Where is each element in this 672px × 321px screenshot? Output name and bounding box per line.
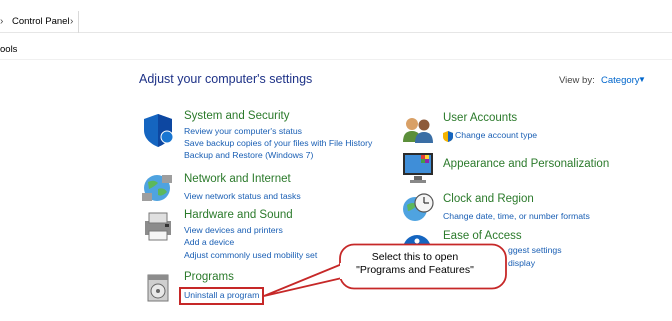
view-by-label: View by: — [559, 75, 595, 86]
category-title-appearance[interactable]: Appearance and Personalization — [443, 158, 609, 170]
link-backup-restore[interactable]: Backup and Restore (Windows 7) — [184, 150, 313, 161]
callout-line-2: "Programs and Features" — [356, 264, 474, 276]
users-icon[interactable] — [401, 114, 433, 146]
link-optimize-display[interactable]: display — [508, 258, 535, 269]
printer-icon[interactable] — [141, 209, 173, 241]
chevron-right-icon[interactable]: › — [0, 16, 3, 27]
menu-tools[interactable]: ools — [0, 44, 17, 55]
link-devices-printers[interactable]: View devices and printers — [184, 225, 283, 236]
link-mobility-settings[interactable]: Adjust commonly used mobility set — [184, 250, 317, 261]
view-by-dropdown[interactable]: Category — [601, 75, 640, 86]
category-title-hardware[interactable]: Hardware and Sound — [184, 209, 293, 221]
link-network-status[interactable]: View network status and tasks — [184, 191, 301, 202]
link-change-date-formats[interactable]: Change date, time, or number formats — [443, 211, 590, 222]
callout-line-1: Select this to open — [371, 251, 459, 263]
address-bar[interactable]: › Control Panel › — [0, 11, 672, 33]
category-title-programs[interactable]: Programs — [184, 271, 234, 283]
chevron-right-icon[interactable]: › — [70, 16, 73, 27]
category-title-user-accounts[interactable]: User Accounts — [443, 112, 517, 124]
monitor-icon[interactable] — [401, 151, 433, 183]
address-divider — [78, 11, 79, 33]
menu-bar: ools — [0, 36, 672, 60]
shield-icon[interactable] — [142, 112, 174, 147]
link-change-account-type[interactable]: Change account type — [455, 130, 537, 141]
category-title-network[interactable]: Network and Internet — [184, 173, 291, 185]
breadcrumb-control-panel[interactable]: Control Panel — [12, 16, 70, 27]
link-add-device[interactable]: Add a device — [184, 237, 234, 248]
category-title-clock-region[interactable]: Clock and Region — [443, 193, 534, 205]
callout-text: Select this to open "Programs and Featur… — [340, 251, 490, 277]
highlight-box — [179, 287, 264, 305]
category-title-system-security[interactable]: System and Security — [184, 110, 289, 122]
clock-globe-icon[interactable] — [401, 191, 434, 223]
chevron-down-icon[interactable]: ▼ — [638, 75, 646, 84]
link-file-history[interactable]: Save backup copies of your files with Fi… — [184, 138, 372, 149]
page-title: Adjust your computer's settings — [139, 72, 313, 86]
shield-uac-icon — [443, 129, 453, 142]
network-globe-icon[interactable] — [140, 171, 172, 203]
category-title-ease-of-access[interactable]: Ease of Access — [443, 230, 522, 242]
link-suggest-settings[interactable]: ggest settings — [508, 245, 562, 256]
callout-pointer — [263, 263, 345, 297]
programs-icon[interactable] — [142, 271, 174, 303]
link-review-status[interactable]: Review your computer's status — [184, 126, 302, 137]
